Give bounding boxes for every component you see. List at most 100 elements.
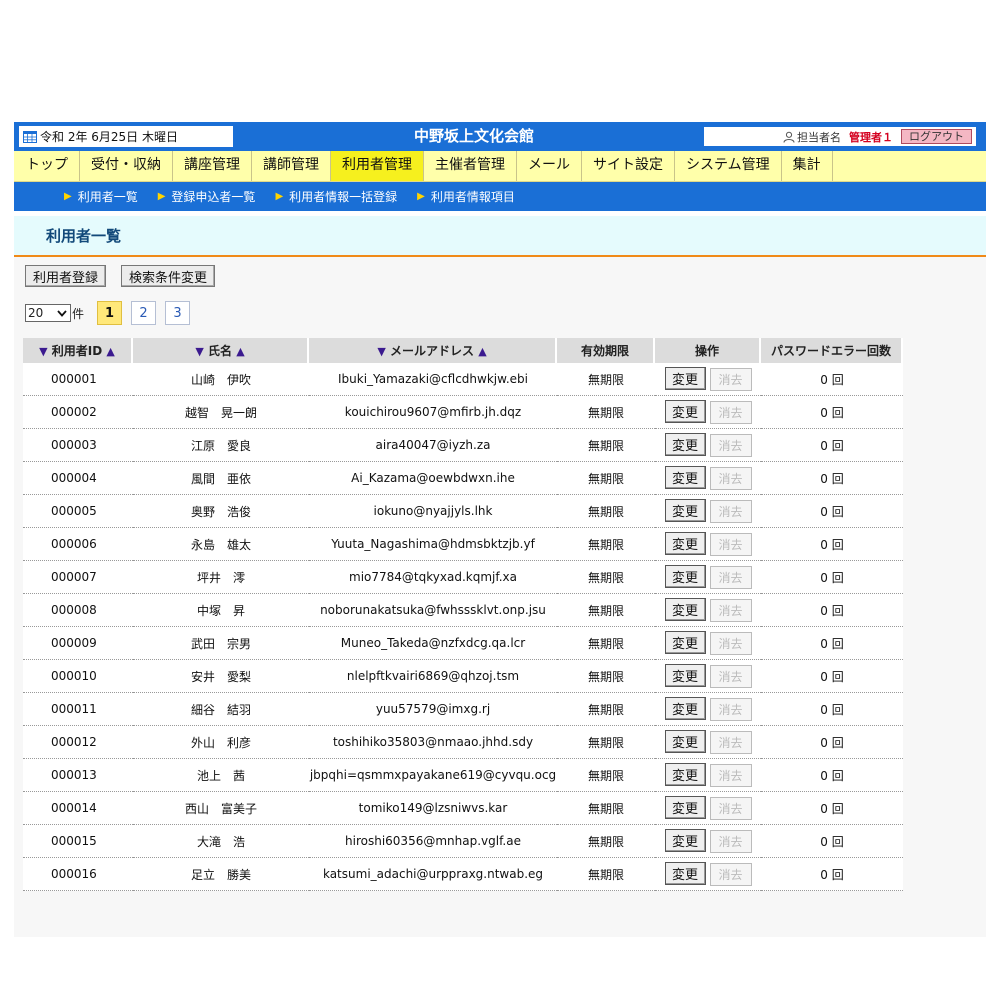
user-icon bbox=[783, 131, 795, 143]
subnav-item[interactable]: ▶ 利用者情報一括登録 bbox=[275, 188, 397, 205]
ops-cell: 変更 消去 bbox=[655, 429, 761, 462]
delete-button[interactable]: 消去 bbox=[709, 632, 752, 655]
edit-button[interactable]: 変更 bbox=[664, 433, 706, 456]
user-id-cell: 000013 bbox=[23, 759, 133, 792]
subnav-item[interactable]: ▶ 利用者一覧 bbox=[64, 188, 138, 205]
edit-button[interactable]: 変更 bbox=[664, 730, 706, 753]
user-id-cell: 000011 bbox=[23, 693, 133, 726]
delete-button[interactable]: 消去 bbox=[709, 368, 752, 391]
col-header-ops: 操作 bbox=[655, 338, 761, 363]
col-header-id[interactable]: ▼ 利用者ID ▲ bbox=[23, 338, 133, 363]
delete-button[interactable]: 消去 bbox=[709, 830, 752, 853]
user-name-cell: 永島 雄太 bbox=[133, 528, 309, 561]
delete-button[interactable]: 消去 bbox=[709, 698, 752, 721]
nav-item[interactable]: メール bbox=[517, 151, 582, 181]
email-cell: nlelpftkvairi6869@qhzoj.tsm bbox=[309, 660, 557, 693]
delete-button[interactable]: 消去 bbox=[709, 467, 752, 490]
nav-item[interactable]: 受付・収納 bbox=[80, 151, 173, 181]
sort-asc-icon[interactable]: ▲ bbox=[236, 345, 244, 358]
page-link[interactable]: 3 bbox=[165, 301, 191, 325]
app-window: 令和 2年 6月25日 木曜日 中野坂上文化会館 担当者名 管理者１ ログアウト… bbox=[14, 122, 986, 937]
nav-item[interactable]: サイト設定 bbox=[582, 151, 675, 181]
pw-error-cell: 0 回 bbox=[761, 561, 903, 594]
table-body: 000001 山崎 伊吹 Ibuki_Yamazaki@cflcdhwkjw.ebi… bbox=[23, 363, 903, 891]
edit-button[interactable]: 変更 bbox=[664, 664, 706, 687]
expiry-cell: 無期限 bbox=[557, 528, 655, 561]
main-nav: トップ 受付・収納 講座管理 講師管理 利用者管理 主催者管理 メール サイト設定 システム管理… bbox=[14, 151, 986, 182]
page-link[interactable]: 2 bbox=[131, 301, 157, 325]
edit-button[interactable]: 変更 bbox=[664, 499, 706, 522]
edit-button[interactable]: 変更 bbox=[664, 796, 706, 819]
delete-button[interactable]: 消去 bbox=[709, 401, 752, 424]
pw-error-cell: 0 回 bbox=[761, 660, 903, 693]
delete-button[interactable]: 消去 bbox=[709, 434, 752, 457]
subnav-item[interactable]: ▶ 登録申込者一覧 bbox=[158, 188, 256, 205]
pw-error-cell: 0 回 bbox=[761, 825, 903, 858]
nav-item[interactable]: システム管理 bbox=[675, 151, 782, 181]
edit-button[interactable]: 変更 bbox=[664, 367, 706, 390]
col-header-email[interactable]: ▼ メールアドレス ▲ bbox=[309, 338, 557, 363]
edit-button[interactable]: 変更 bbox=[664, 532, 706, 555]
edit-button[interactable]: 変更 bbox=[664, 829, 706, 852]
email-cell: toshihiko35803@nmaao.jhhd.sdy bbox=[309, 726, 557, 759]
sub-nav: ▶ 利用者一覧 ▶ 登録申込者一覧 ▶ 利用者情報一括登録 ▶ 利用者情報項目 bbox=[14, 182, 986, 211]
logout-button[interactable]: ログアウト bbox=[901, 129, 972, 144]
edit-button[interactable]: 変更 bbox=[664, 697, 706, 720]
delete-button[interactable]: 消去 bbox=[709, 665, 752, 688]
sort-asc-icon[interactable]: ▲ bbox=[106, 345, 114, 358]
date-display: 令和 2年 6月25日 木曜日 bbox=[19, 126, 233, 147]
ops-cell: 変更 消去 bbox=[655, 759, 761, 792]
nav-item[interactable]: 講座管理 bbox=[173, 151, 252, 181]
table-row: 000007 坪井 澪 mio7784@tqkyxad.kqmjf.xa 無期限 変更消… bbox=[23, 561, 903, 594]
sort-desc-icon[interactable]: ▼ bbox=[39, 345, 47, 358]
delete-button[interactable]: 消去 bbox=[709, 533, 752, 556]
email-cell: iokuno@nyajjyls.lhk bbox=[309, 495, 557, 528]
top-header-bar: 令和 2年 6月25日 木曜日 中野坂上文化会館 担当者名 管理者１ ログアウト bbox=[14, 122, 986, 151]
edit-button[interactable]: 変更 bbox=[664, 400, 706, 423]
table-row: 000016 足立 勝美 katsumi_adachi@urppraxg.ntwab… bbox=[23, 858, 903, 891]
per-page-select[interactable]: 20 bbox=[25, 304, 71, 322]
subnav-item-label: 利用者情報項目 bbox=[430, 190, 515, 204]
nav-item[interactable]: 講師管理 bbox=[252, 151, 331, 181]
sort-desc-icon[interactable]: ▼ bbox=[195, 345, 203, 358]
table-row: 000001 山崎 伊吹 Ibuki_Yamazaki@cflcdhwkjw.ebi… bbox=[23, 363, 903, 396]
edit-button[interactable]: 変更 bbox=[664, 466, 706, 489]
subnav-item-label: 登録申込者一覧 bbox=[171, 190, 256, 204]
edit-button[interactable]: 変更 bbox=[664, 763, 706, 786]
col-header-name[interactable]: ▼ 氏名 ▲ bbox=[133, 338, 309, 363]
edit-button[interactable]: 変更 bbox=[664, 565, 706, 588]
col-header-expiry: 有効期限 bbox=[557, 338, 655, 363]
email-cell: noborunakatsuka@fwhsssklvt.onp.jsu bbox=[309, 594, 557, 627]
register-user-button[interactable]: 利用者登録 bbox=[25, 265, 107, 287]
chevron-down-icon bbox=[57, 309, 67, 317]
delete-button[interactable]: 消去 bbox=[709, 599, 752, 622]
change-search-button[interactable]: 検索条件変更 bbox=[121, 265, 216, 287]
nav-item[interactable]: 利用者管理 bbox=[331, 151, 424, 181]
triangle-right-icon: ▶ bbox=[417, 191, 425, 202]
delete-button[interactable]: 消去 bbox=[709, 731, 752, 754]
sort-desc-icon[interactable]: ▼ bbox=[377, 345, 385, 358]
user-name-cell: 中塚 昇 bbox=[133, 594, 309, 627]
site-title: 中野坂上文化会館 bbox=[413, 127, 534, 145]
sort-asc-icon[interactable]: ▲ bbox=[478, 345, 486, 358]
edit-button[interactable]: 変更 bbox=[664, 862, 706, 885]
delete-button[interactable]: 消去 bbox=[709, 797, 752, 820]
delete-button[interactable]: 消去 bbox=[709, 500, 752, 523]
triangle-right-icon: ▶ bbox=[275, 191, 284, 202]
delete-button[interactable]: 消去 bbox=[709, 764, 752, 787]
table-row: 000004 風間 亜依 Ai_Kazama@oewbdwxn.ihe 無期限 変更 消去… bbox=[23, 462, 903, 495]
delete-button[interactable]: 消去 bbox=[709, 566, 752, 589]
nav-item[interactable]: 主催者管理 bbox=[424, 151, 517, 181]
edit-button[interactable]: 変更 bbox=[664, 598, 706, 621]
edit-button[interactable]: 変更 bbox=[664, 631, 706, 654]
ops-cell: 変更 消去 bbox=[655, 528, 761, 561]
expiry-cell: 無期限 bbox=[557, 693, 655, 726]
expiry-cell: 無期限 bbox=[557, 792, 655, 825]
user-id-cell: 000004 bbox=[23, 462, 133, 495]
page-link[interactable]: 1 bbox=[97, 301, 123, 325]
nav-item[interactable]: トップ bbox=[14, 151, 80, 181]
subnav-item[interactable]: ▶ 利用者情報項目 bbox=[417, 188, 515, 205]
expiry-cell: 無期限 bbox=[557, 759, 655, 792]
delete-button[interactable]: 消去 bbox=[709, 863, 752, 886]
nav-item[interactable]: 集計 bbox=[782, 151, 833, 181]
